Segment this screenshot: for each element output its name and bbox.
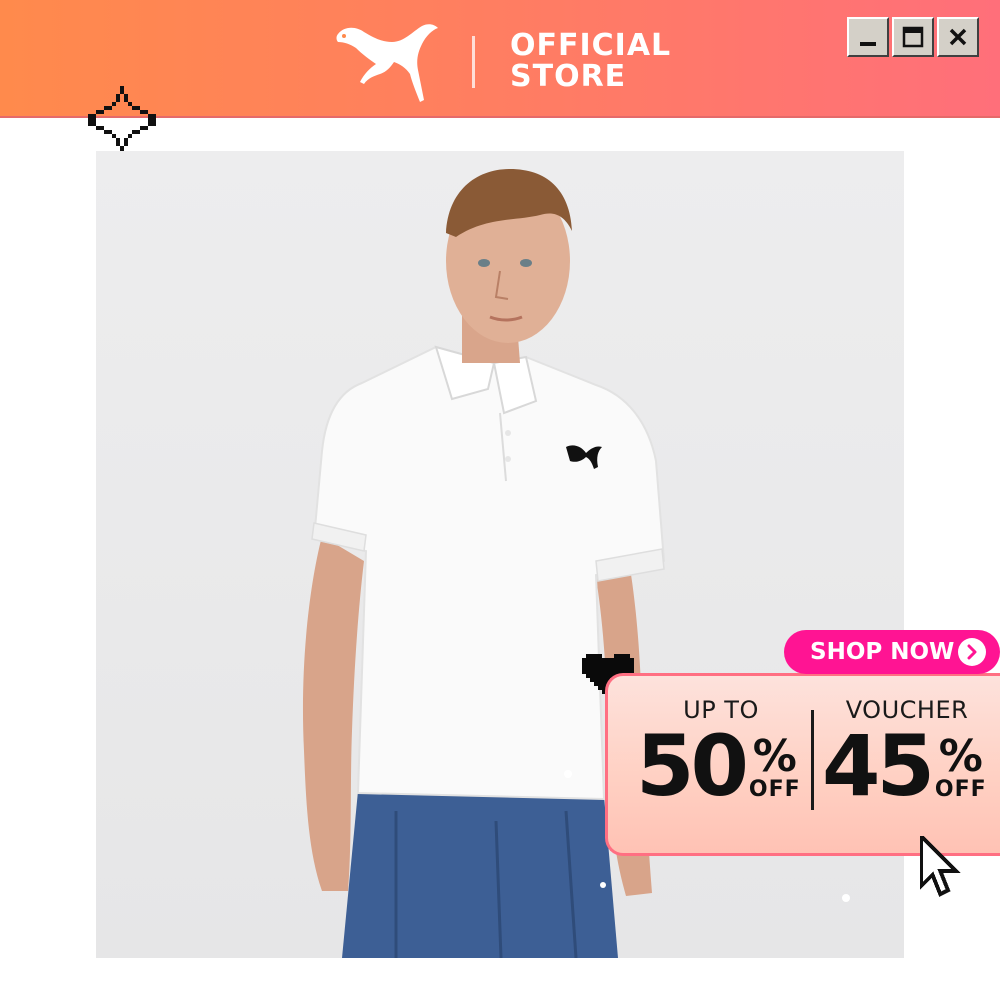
voucher-block: VOUCHER 45 % OFF [822, 696, 992, 808]
voucher-value-row: 45 % OFF [822, 724, 992, 808]
decor-dot [564, 770, 572, 778]
minimize-icon [860, 42, 876, 46]
voucher-side: % OFF [934, 731, 987, 802]
store-line-1: OFFICIAL [510, 28, 672, 63]
maximize-button[interactable] [892, 17, 934, 57]
window-controls [847, 17, 979, 57]
discount-suffix: OFF [748, 777, 801, 802]
voucher-percent: % [938, 731, 983, 782]
pixel-cursor-icon [920, 836, 961, 897]
discount-percent: % [752, 731, 797, 782]
voucher-suffix: OFF [934, 777, 987, 802]
pixel-sparkle-icon [88, 86, 156, 154]
decor-dot [842, 894, 850, 902]
puma-cat-icon [336, 24, 438, 102]
discount-value-row: 50 % OFF [636, 724, 806, 808]
store-line-2: STORE [510, 59, 627, 94]
maximize-icon [902, 26, 924, 48]
close-icon [949, 28, 967, 46]
promo-divider [811, 710, 814, 810]
official-store-label: OFFICIAL STORE [510, 30, 671, 92]
chevron-right-icon [958, 638, 986, 666]
discount-block: UP TO 50 % OFF [636, 696, 806, 808]
shop-now-button[interactable]: SHOP NOW [784, 630, 1000, 674]
header-divider [472, 36, 475, 88]
discount-value: 50 [636, 717, 749, 815]
promo-card: UP TO 50 % OFF VOUCHER 45 % OFF [605, 673, 1000, 856]
decor-dot [600, 882, 606, 888]
minimize-button[interactable] [847, 17, 889, 57]
voucher-value: 45 [822, 717, 935, 815]
discount-side: % OFF [748, 731, 801, 802]
shop-now-label: SHOP NOW [810, 639, 955, 665]
close-button[interactable] [937, 17, 979, 57]
